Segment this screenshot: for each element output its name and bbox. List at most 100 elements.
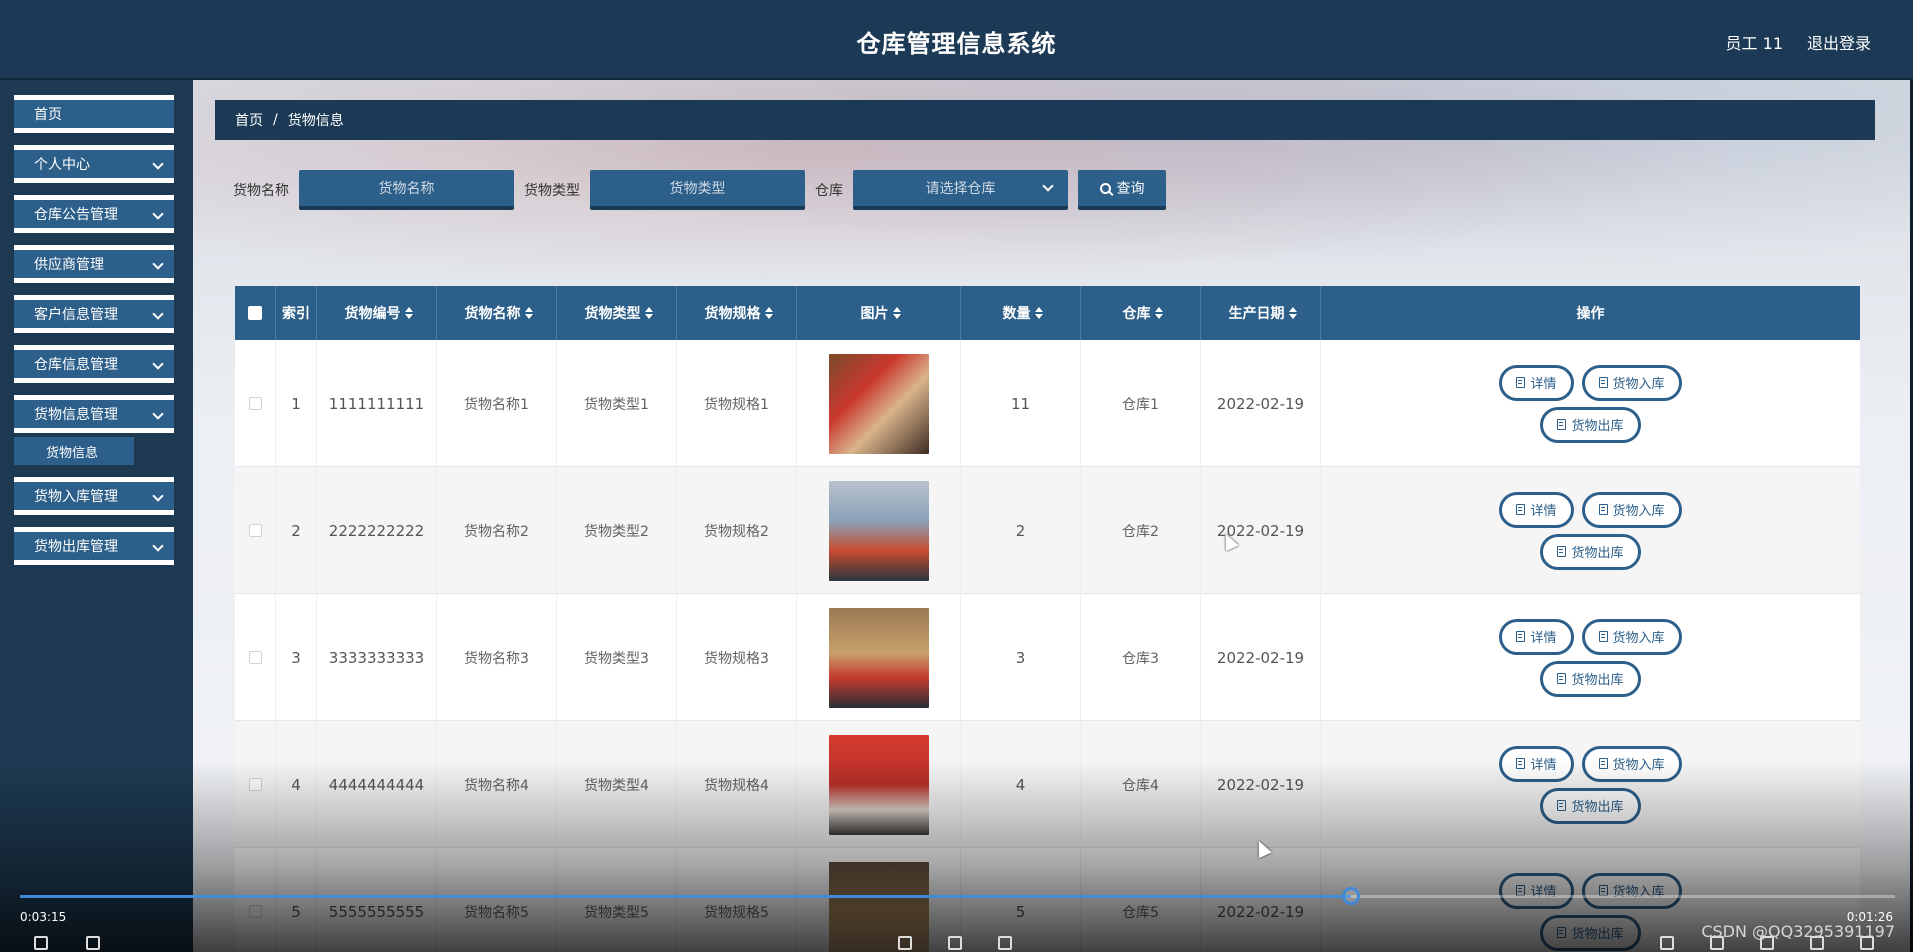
goods-type-input[interactable]: 货物类型 (590, 170, 805, 210)
sidebar-item-label: 供应商管理 (34, 257, 104, 273)
header-name[interactable]: 货物名称 (437, 286, 557, 340)
actions-line: 详情 货物入库 (1499, 618, 1682, 655)
outbound-button[interactable]: 货物出库 (1540, 406, 1641, 443)
breadcrumb-current: 货物信息 (287, 113, 344, 129)
warehouse-select[interactable]: 请选择仓库 (853, 170, 1068, 210)
image-cell (797, 340, 961, 467)
detail-button[interactable]: 详情 (1499, 872, 1574, 909)
more-icon[interactable] (1860, 936, 1874, 950)
sidebar: 首页 个人中心 仓库公告管理 供应商管理 客户信息管理 仓库信息管理 货物信息管… (0, 80, 193, 952)
rewind-icon[interactable] (898, 936, 912, 950)
sidebar-item-goods[interactable]: 货物信息管理 (14, 395, 174, 433)
header-date[interactable]: 生产日期 (1201, 286, 1321, 340)
row-checkbox[interactable] (248, 651, 262, 664)
outbound-button[interactable]: 货物出库 (1540, 533, 1641, 570)
header-qty[interactable]: 数量 (961, 286, 1081, 340)
fullscreen-icon[interactable] (1810, 936, 1824, 950)
header-type[interactable]: 货物类型 (557, 286, 677, 340)
document-icon (1598, 504, 1608, 515)
sidebar-item-warehouse[interactable]: 仓库信息管理 (14, 345, 174, 383)
inbound-button[interactable]: 货物入库 (1581, 618, 1682, 655)
document-icon (1598, 758, 1608, 769)
detail-button[interactable]: 详情 (1499, 745, 1574, 782)
goods-photo[interactable] (828, 353, 929, 454)
actions-line: 货物出库 (1540, 406, 1641, 443)
outbound-button-label: 货物出库 (1571, 800, 1624, 815)
actions-cell: 详情 货物入库货物出库 (1321, 721, 1860, 848)
cell-type: 货物类型2 (557, 467, 677, 594)
pause-icon[interactable] (948, 936, 962, 950)
subtitle-icon[interactable] (86, 936, 100, 950)
header-image[interactable]: 图片 (797, 286, 961, 340)
sidebar-subitem-goods-info[interactable]: 货物信息 (14, 437, 134, 465)
vr-360-icon[interactable] (1760, 936, 1774, 950)
sidebar-item-notice[interactable]: 仓库公告管理 (14, 195, 174, 233)
actions-line: 货物出库 (1540, 533, 1641, 570)
outbound-button-label: 货物出库 (1571, 546, 1624, 561)
cell-code: 2222222222 (317, 467, 437, 594)
goods-type-placeholder: 货物类型 (669, 181, 726, 197)
cell-qty: 11 (961, 340, 1081, 467)
header-label: 货物规格 (704, 306, 761, 322)
goods-name-input[interactable]: 货物名称 (299, 170, 514, 210)
row-checkbox-cell (235, 340, 276, 467)
app-title: 仓库管理信息系统 (856, 30, 1057, 58)
search-bar: 货物名称 货物名称 货物类型 货物类型 仓库 请选择仓库 查询 (233, 170, 1166, 210)
logout-link[interactable]: 退出登录 (1807, 30, 1871, 54)
detail-button[interactable]: 详情 (1499, 491, 1574, 528)
inbound-button[interactable]: 货物入库 (1581, 364, 1682, 401)
goods-photo[interactable] (828, 734, 929, 835)
outbound-button[interactable]: 货物出库 (1540, 660, 1641, 697)
actions-cell: 详情 货物入库 货物出库 (1321, 594, 1860, 721)
chevron-down-icon (152, 208, 164, 220)
query-button[interactable]: 查询 (1078, 170, 1166, 210)
progress-track[interactable] (20, 887, 1895, 905)
document-icon (1598, 631, 1608, 642)
detail-button[interactable]: 详情 (1499, 364, 1574, 401)
sidebar-item-label: 仓库公告管理 (34, 207, 118, 223)
breadcrumb: 首页 / 货物信息 (215, 100, 1875, 140)
cell-spec: 货物规格3 (677, 594, 797, 721)
detail-button-label: 详情 (1530, 377, 1557, 392)
header-label: 生产日期 (1228, 306, 1285, 322)
sidebar-item-customer[interactable]: 客户信息管理 (14, 295, 174, 333)
inbound-button[interactable]: 货物入库 (1581, 745, 1682, 782)
checkbox-icon (248, 306, 262, 320)
header-spec[interactable]: 货物规格 (677, 286, 797, 340)
goods-photo[interactable] (828, 607, 929, 708)
sidebar-item-supplier[interactable]: 供应商管理 (14, 245, 174, 283)
inbound-button[interactable]: 货物入库 (1581, 491, 1682, 528)
outbound-button[interactable]: 货物出库 (1540, 787, 1641, 824)
volume-icon[interactable] (34, 936, 48, 950)
sidebar-item-outbound[interactable]: 货物出库管理 (14, 527, 174, 565)
cell-warehouse: 仓库3 (1081, 594, 1201, 721)
detail-button[interactable]: 详情 (1499, 618, 1574, 655)
screenshot-icon[interactable] (1710, 936, 1724, 950)
cell-name: 货物名称4 (437, 721, 557, 848)
forward-icon[interactable] (998, 936, 1012, 950)
breadcrumb-home[interactable]: 首页 (235, 110, 263, 130)
chevron-down-icon (152, 308, 164, 320)
player-controls (0, 936, 1913, 952)
document-icon (1557, 673, 1567, 684)
row-checkbox[interactable] (248, 397, 262, 410)
inbound-button[interactable]: 货物入库 (1581, 872, 1682, 909)
actions-line: 详情 货物入库 (1499, 491, 1682, 528)
sidebar-item-home[interactable]: 首页 (14, 95, 174, 133)
sidebar-item-personal[interactable]: 个人中心 (14, 145, 174, 183)
row-checkbox[interactable] (248, 905, 262, 918)
row-checkbox[interactable] (248, 778, 262, 791)
header-code[interactable]: 货物编号 (317, 286, 437, 340)
sidebar-item-inbound[interactable]: 货物入库管理 (14, 477, 174, 515)
goods-photo[interactable] (828, 480, 929, 581)
row-checkbox-cell (235, 467, 276, 594)
header-label: 货物编号 (344, 306, 401, 322)
actions-cell: 详情 货物入库货物出库 (1321, 467, 1860, 594)
cell-warehouse: 仓库4 (1081, 721, 1201, 848)
document-icon (1557, 800, 1567, 811)
row-checkbox[interactable] (248, 524, 262, 537)
edit-icon[interactable] (1660, 936, 1674, 950)
header-warehouse[interactable]: 仓库 (1081, 286, 1201, 340)
search-icon (1099, 182, 1111, 194)
select-all-checkbox[interactable] (235, 286, 276, 340)
